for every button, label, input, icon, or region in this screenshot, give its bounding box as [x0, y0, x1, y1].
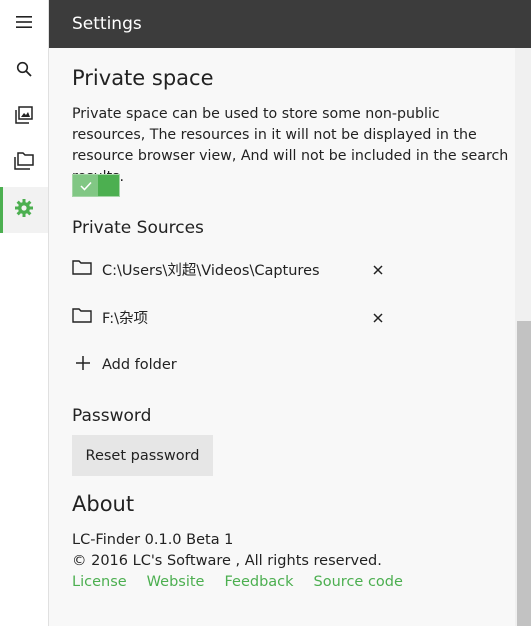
- private-source-path: F:\杂项: [102, 310, 148, 327]
- private-space-toggle[interactable]: [72, 174, 120, 197]
- close-icon: [373, 308, 383, 327]
- close-icon: [373, 260, 383, 279]
- search-icon: [16, 61, 32, 81]
- check-icon: [79, 176, 92, 195]
- about-heading: About: [72, 492, 135, 516]
- source-code-link[interactable]: Source code: [314, 574, 403, 590]
- settings-panel: Private space Private space can be used …: [49, 48, 515, 626]
- website-link[interactable]: Website: [147, 574, 205, 590]
- sidebar-item-photos[interactable]: [0, 94, 48, 140]
- copyright-text: © 2016 LC's Software , All rights reserv…: [72, 553, 382, 569]
- about-links: License Website Feedback Source code: [72, 574, 403, 590]
- private-sources-heading: Private Sources: [72, 218, 204, 238]
- remove-source-button[interactable]: [371, 262, 385, 276]
- folders-icon: [14, 152, 34, 174]
- private-source-row: C:\Users\刘超\Videos\Captures: [72, 257, 392, 281]
- password-heading: Password: [72, 406, 152, 426]
- private-space-heading: Private space: [72, 66, 214, 90]
- app-header: Settings: [49, 0, 531, 48]
- remove-source-button[interactable]: [371, 310, 385, 324]
- sidebar: [0, 0, 49, 626]
- sidebar-item-search[interactable]: [0, 48, 48, 94]
- sidebar-item-settings[interactable]: [0, 187, 48, 233]
- sidebar-item-folders[interactable]: [0, 140, 48, 186]
- license-link[interactable]: License: [72, 574, 127, 590]
- toggle-knob: [73, 175, 98, 196]
- private-source-path: C:\Users\刘超\Videos\Captures: [102, 262, 320, 279]
- feedback-link[interactable]: Feedback: [224, 574, 293, 590]
- gear-icon: [15, 199, 33, 221]
- scrollbar-thumb[interactable]: [517, 321, 531, 626]
- hamburger-menu-icon: [16, 14, 32, 33]
- private-source-row: F:\杂项: [72, 305, 392, 329]
- folder-icon: [72, 307, 92, 327]
- image-gallery-icon: [15, 106, 33, 128]
- folder-icon: [72, 259, 92, 279]
- plus-icon: [72, 355, 92, 375]
- add-folder-label: Add folder: [102, 357, 177, 373]
- reset-password-button[interactable]: Reset password: [72, 435, 213, 476]
- sidebar-item-menu[interactable]: [0, 0, 48, 46]
- app-version: LC-Finder 0.1.0 Beta 1: [72, 532, 234, 548]
- private-space-description: Private space can be used to store some …: [72, 106, 509, 185]
- page-title: Settings: [72, 14, 142, 34]
- add-folder-button[interactable]: Add folder: [72, 353, 192, 377]
